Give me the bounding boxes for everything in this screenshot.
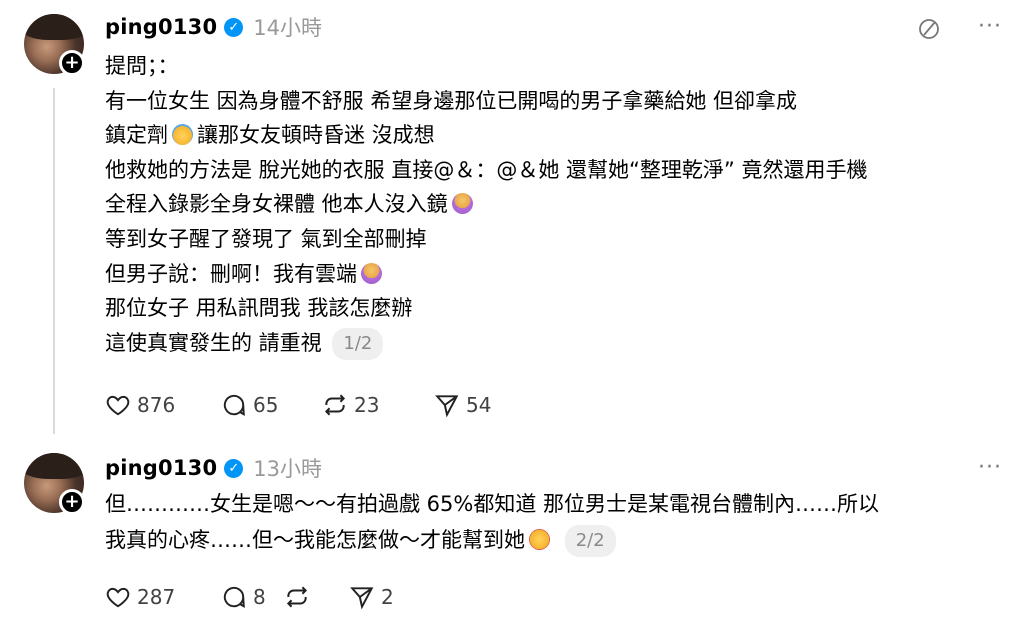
face-screaming-emoji-icon (172, 124, 193, 146)
share-count: 2 (381, 585, 394, 609)
avatar-container[interactable]: + (24, 453, 85, 515)
share-button[interactable]: 2 (349, 583, 394, 611)
post-text-line: 那位女子 用私訊問我 我該怎麼辦 (105, 296, 413, 321)
post-text-line: 提問；： (105, 54, 179, 78)
post-header: ping0130 ✓ 13小時 (105, 453, 322, 483)
post-text-line: 這使真實發生的 請重視 (105, 330, 322, 355)
post-body: 提問；： 有一位女生 因為身體不舒服 希望身邊那位已開喝的男子拿藥給她 但卻拿成… (105, 49, 1005, 360)
person-shrugging-emoji-icon (451, 193, 473, 215)
thread-page-indicator: 1/2 (332, 327, 384, 360)
post-timestamp[interactable]: 14小時 (253, 12, 322, 42)
repost-icon (324, 394, 346, 416)
mute-thread-icon[interactable] (917, 17, 941, 41)
follow-plus-icon[interactable]: + (59, 489, 85, 515)
post-text-line: 有一位女生 因為身體不舒服 希望身邊那位已開喝的男子拿藥給她 但卻拿成 (105, 88, 798, 113)
repost-button[interactable]: 23 (322, 391, 434, 419)
repost-button[interactable] (284, 583, 349, 611)
avatar-container[interactable]: + (24, 14, 85, 76)
post-actions: 287 8 2 (105, 583, 394, 611)
reply-button[interactable]: 8 (221, 583, 284, 611)
username[interactable]: ping0130 (105, 15, 217, 39)
post-header: ping0130 ✓ 14小時 (105, 12, 322, 42)
like-count: 876 (137, 393, 176, 417)
verified-badge-icon: ✓ (224, 458, 244, 478)
thread-post-2: + ping0130 ✓ 13小時 ··· 但…………女生是嗯～～有拍過戲 65… (0, 441, 1024, 631)
post-actions: 876 65 23 54 (105, 391, 491, 419)
thread-post-1: + ping0130 ✓ 14小時 ··· 提問；： 有一位女生 因為身體不舒服… (0, 0, 1024, 441)
post-text-line: 等到女子醒了發現了 氣到全部刪掉 (105, 226, 427, 251)
reply-count: 65 (253, 393, 279, 417)
post-text-line: 鎮定劑 (105, 123, 168, 148)
post-text-line: 但男子說：刪啊！我有雲端 (105, 261, 357, 286)
thread-page-indicator: 2/2 (564, 525, 616, 557)
reply-count: 8 (253, 585, 266, 609)
post-body: 但…………女生是嗯～～有拍過戲 65%都知道 那位男士是某電視台體制內……所以 … (105, 486, 1005, 558)
post-text-line: 我真的心疼……但～我能怎麼做～才能幫到她 (105, 528, 525, 552)
thread-connector-line (53, 88, 55, 434)
repost-icon (286, 586, 308, 608)
comment-bubble-icon (223, 586, 245, 608)
verified-badge-icon: ✓ (224, 17, 244, 37)
heart-icon (106, 587, 130, 608)
send-icon (435, 395, 459, 418)
follow-plus-icon[interactable]: + (59, 50, 85, 76)
more-options-icon[interactable]: ··· (978, 14, 1002, 39)
person-shrugging-emoji-icon (361, 262, 382, 284)
reply-button[interactable]: 65 (221, 391, 322, 419)
like-count: 287 (137, 585, 176, 609)
post-text-line: 讓那女友頓時昏迷 沒成想 (197, 123, 435, 148)
like-button[interactable]: 287 (105, 583, 221, 611)
post-text-line: 但…………女生是嗯～～有拍過戲 65%都知道 那位男士是某電視台體制內……所以 (105, 492, 880, 516)
send-icon (350, 587, 374, 610)
username[interactable]: ping0130 (105, 456, 217, 480)
post-text-line: 他救她的方法是 脫光她的衣服 直接@＆：@＆她 還幫她“整理乾淨” 竟然還用手機 (105, 157, 868, 182)
post-timestamp[interactable]: 13小時 (253, 453, 322, 483)
like-button[interactable]: 876 (105, 391, 221, 419)
repost-count: 23 (354, 393, 380, 417)
post-text-line: 全程入錄影全身女裸體 他本人沒入鏡 (105, 192, 448, 217)
comment-bubble-icon (223, 394, 245, 416)
crying-face-emoji-icon (529, 529, 550, 550)
share-button[interactable]: 54 (434, 391, 491, 419)
more-options-icon[interactable]: ··· (978, 455, 1002, 480)
share-count: 54 (466, 393, 492, 417)
heart-icon (106, 395, 130, 416)
